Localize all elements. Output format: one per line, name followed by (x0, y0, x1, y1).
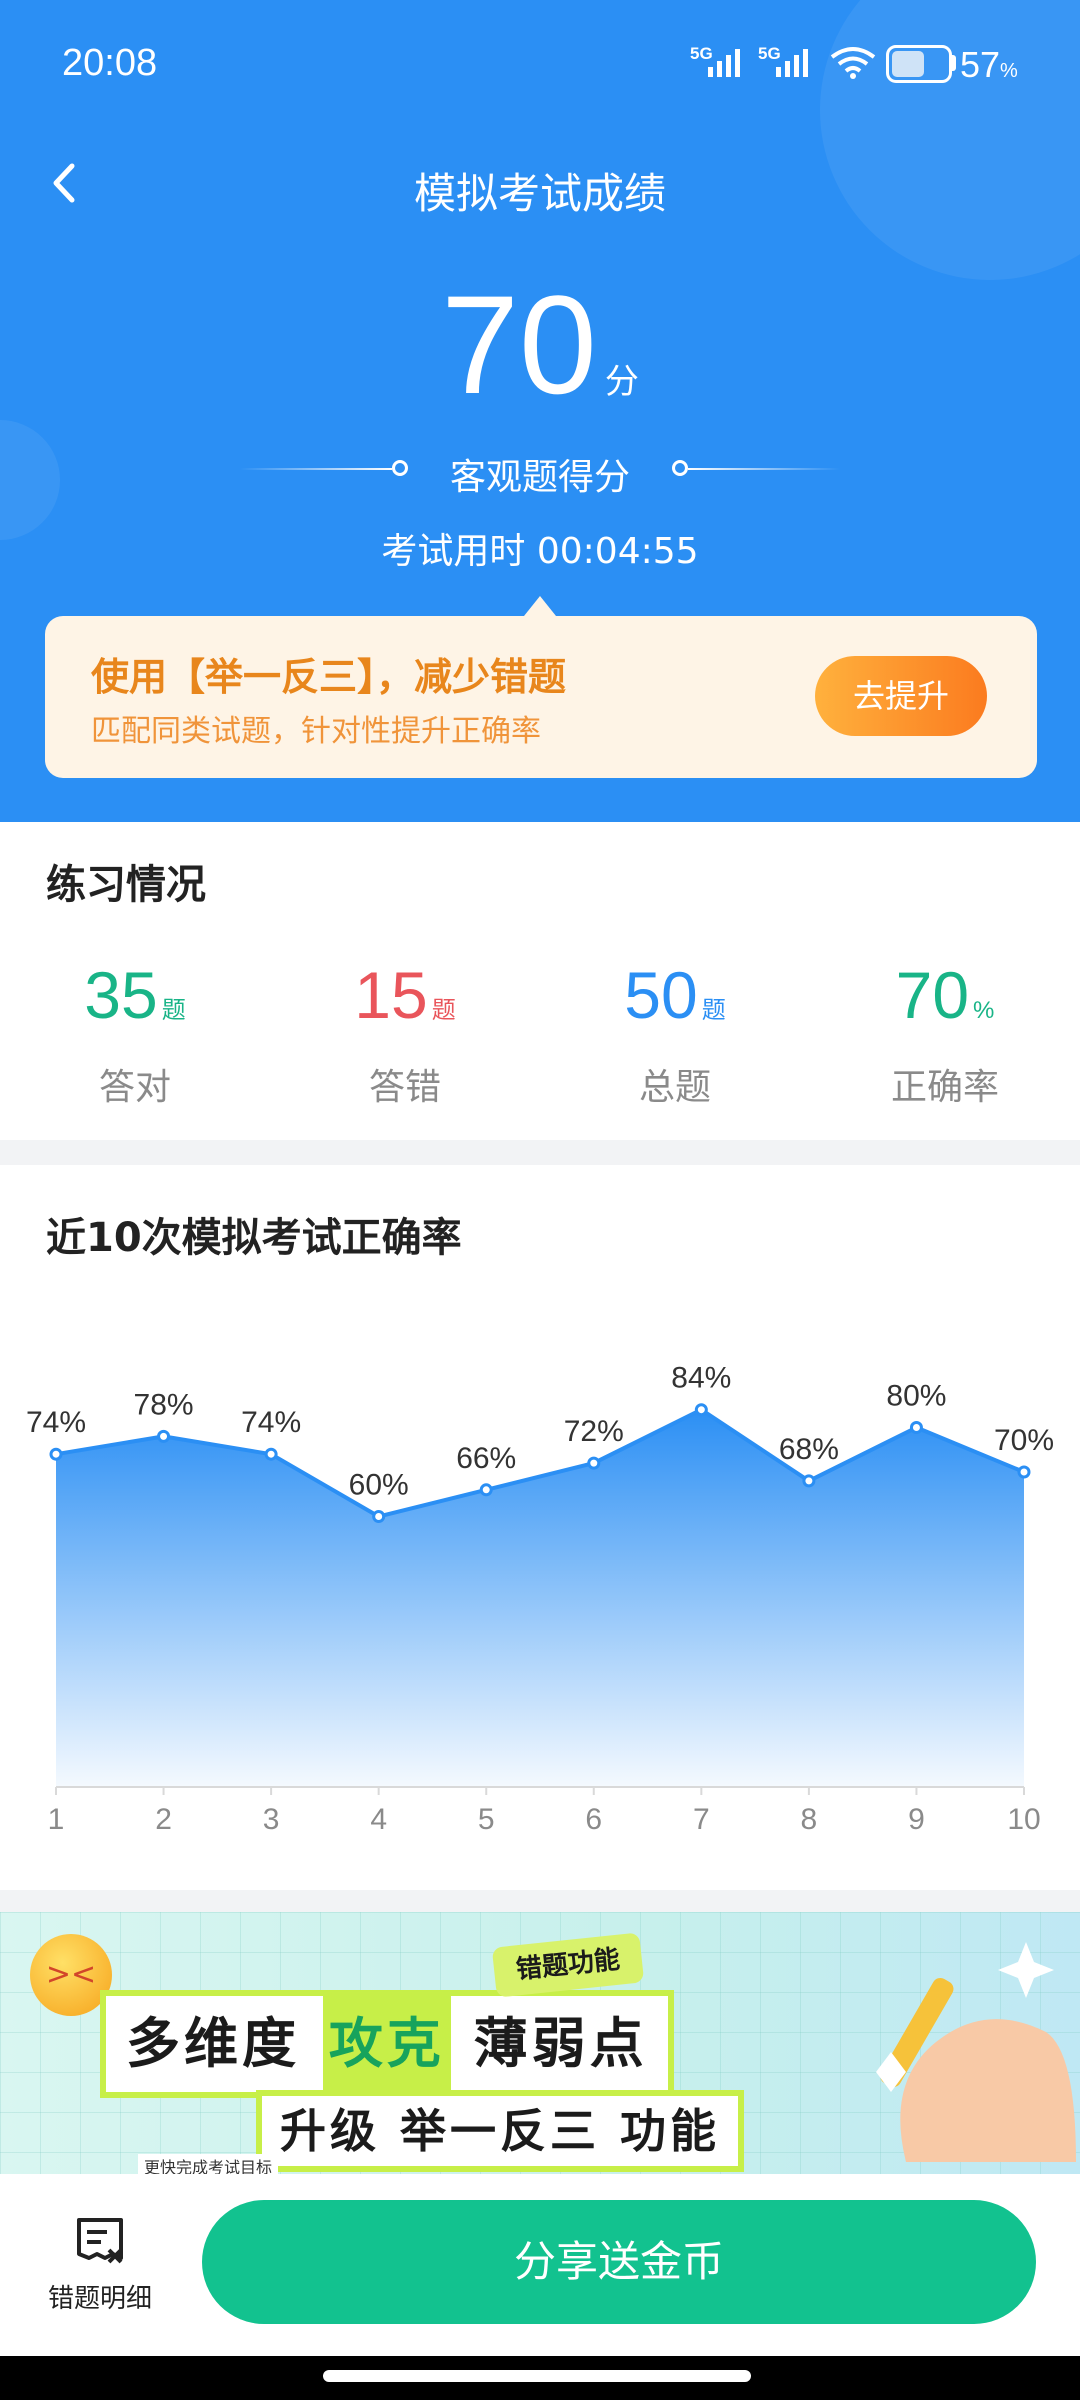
section-title: 练习情况 (46, 862, 206, 908)
chart-data-point (587, 1456, 601, 1470)
chart-x-tick-label: 2 (155, 1803, 172, 1836)
chart-data-point (49, 1447, 63, 1461)
stat-label: 总题 (638, 1067, 711, 1108)
share-coins-button[interactable]: 分享送金币 (202, 2200, 1036, 2324)
accuracy-chart: 74% 1 78% 2 74% 3 60% 4 66% 5 72% 6 84% 7 68% 8 80% 9 70% 1… (26, 1362, 1054, 1836)
stat-accuracy: 70% 正确率 (825, 960, 1065, 1110)
signal-icon (776, 49, 808, 77)
stat-correct: 35 题 答对 (15, 960, 255, 1110)
stat-value: 70% (895, 958, 995, 1032)
battery-percent: 57% (960, 44, 1018, 85)
chart-x-tick-label: 6 (585, 1803, 602, 1836)
stat-value: 50 题 (624, 958, 726, 1032)
battery-level-fill (892, 51, 924, 77)
chart-data-label: 60% (349, 1469, 409, 1502)
status-bar: 20:08 5G 5G 57% (0, 0, 1080, 130)
stat-label: 正确率 (890, 1067, 999, 1108)
system-nav-bar (0, 2356, 1080, 2400)
header-area: 20:08 5G 5G 57% 模拟考试成绩 70 分 客观题得分 考试用时 0… (0, 0, 1080, 822)
improve-button[interactable]: 去提升 (815, 656, 987, 736)
banner-subheadline: 升级 举一反三 功能 (256, 2090, 745, 2172)
chart-data-point (264, 1447, 278, 1461)
stat-label: 答错 (368, 1067, 441, 1108)
error-details-label: 错题明细 (47, 2284, 152, 2314)
battery-cap (952, 55, 956, 71)
chart-x-tick-label: 4 (370, 1803, 387, 1836)
score-value: 70 (441, 266, 597, 423)
chart-x-tick-label: 10 (1007, 1803, 1040, 1836)
promo-subtitle: 匹配同类试题，针对性提升正确率 (91, 714, 541, 749)
chart-x-tick-label: 3 (263, 1803, 280, 1836)
status-time: 20:08 (62, 42, 158, 84)
chart-data-label: 74% (26, 1406, 86, 1439)
score-display: 70 分 (0, 270, 1080, 420)
stat-label: 答对 (98, 1067, 171, 1108)
bottom-action-bar: 错题明细 分享送金币 (0, 2174, 1080, 2356)
stat-value: 35 题 (84, 958, 186, 1032)
stat-wrong: 15 题 答错 (285, 960, 525, 1110)
chart-data-point (694, 1403, 708, 1417)
promo-pointer (524, 596, 556, 616)
promo-card[interactable]: 使用【举一反三】，减少错题 匹配同类试题，针对性提升正确率 去提升 (45, 616, 1037, 778)
score-label: 客观题得分 (449, 457, 630, 498)
chart-data-point (909, 1421, 923, 1434)
signal-icon (708, 49, 740, 77)
score-page: 20:08 5G 5G 57% 模拟考试成绩 70 分 客观题得分 考试用时 0… (0, 0, 1080, 2400)
battery-icon (886, 45, 952, 83)
chart-data-point (157, 1429, 171, 1443)
chart-data-label: 72% (564, 1415, 624, 1448)
chart-x-tick-label: 7 (693, 1803, 710, 1836)
chart-x-tick-label: 9 (908, 1803, 925, 1836)
stat-value: 15 题 (354, 958, 456, 1032)
chart-data-point (372, 1510, 386, 1523)
chart-x-tick-label: 5 (478, 1803, 495, 1836)
chart-data-label: 80% (886, 1380, 946, 1413)
exam-duration: 考试用时 00:04:55 (381, 531, 699, 572)
promo-title: 使用【举一反三】，减少错题 (91, 655, 567, 699)
page-title: 模拟考试成绩 (413, 169, 666, 218)
chart-data-label: 66% (456, 1442, 516, 1475)
accuracy-chart-section: 近10次模拟考试正确率 74% 1 78% 2 74% 3 60% 4 66% 5 72% 6 84% 7… (0, 1165, 1080, 1890)
chart-data-point (479, 1483, 493, 1497)
wifi-icon (830, 47, 876, 79)
chart-data-label: 84% (671, 1362, 731, 1395)
practice-section: 练习情况 35 题 答对 15 题 答错 50 题 总题 70% 正确率 (0, 822, 1080, 1140)
chart-data-label: 70% (994, 1424, 1054, 1457)
chart-data-point (1017, 1465, 1031, 1479)
chart-x-tick-label: 1 (48, 1803, 65, 1836)
chart-area-fill (56, 1409, 1024, 1787)
stat-total: 50 题 总题 (555, 960, 795, 1110)
error-list-icon (77, 2218, 123, 2264)
banner-headline: 多维度 攻克 薄弱点 (100, 1990, 674, 2098)
chart-data-point (802, 1474, 816, 1488)
score-unit: 分 (604, 362, 639, 402)
chart-x-tick-label: 8 (801, 1803, 818, 1836)
hand-pen-illustration-icon (876, 1942, 1076, 2162)
decor-dot-right (672, 460, 688, 476)
feature-banner[interactable]: >< 多维度 攻克 薄弱点 错题功能 升级 举一反三 功能 更快完成考试目标 (0, 1912, 1080, 2174)
chart-data-label: 68% (779, 1433, 839, 1466)
home-indicator[interactable] (323, 2370, 751, 2382)
chart-data-label: 74% (241, 1406, 301, 1439)
error-details-button[interactable]: 错题明细 (30, 2214, 170, 2315)
banner-note: 更快完成考试目标 (138, 2154, 279, 2174)
chart-data-label: 78% (134, 1388, 194, 1421)
decor-line-right (688, 468, 840, 470)
